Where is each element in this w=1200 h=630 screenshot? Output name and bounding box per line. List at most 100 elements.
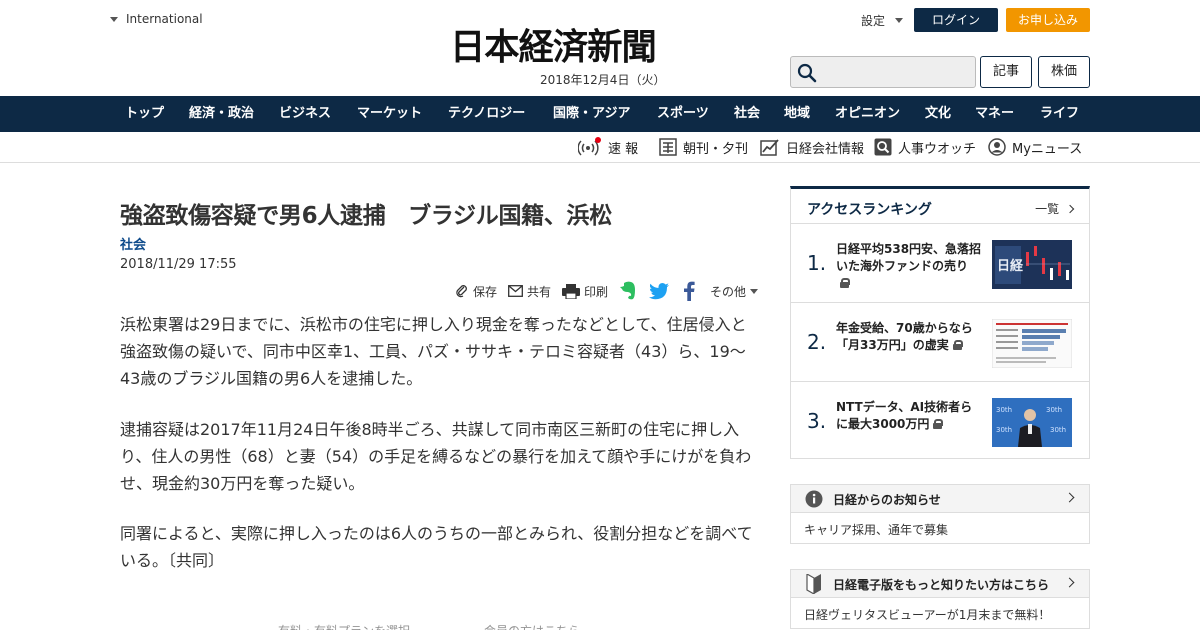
notice-header: 日経電子版をもっと知りたい方はこちら xyxy=(791,570,1089,598)
nav-item-regional[interactable]: 地域 xyxy=(784,96,810,132)
digital-edition-info-box[interactable]: 日経電子版をもっと知りたい方はこちら 日経ヴェリタスビューアーが1月末まで無料！ xyxy=(790,569,1090,629)
company-info-label: 日経会社情報 xyxy=(786,141,865,157)
lock-icon xyxy=(840,278,850,288)
nav-item-economy-politics[interactable]: 経済・政治 xyxy=(189,96,254,132)
settings-menu[interactable]: 設定 xyxy=(861,12,904,29)
notice-body[interactable]: キャリア採用、通年で募集 xyxy=(804,521,948,538)
nav-item-international-asia[interactable]: 国際・アジア xyxy=(553,96,630,132)
nav-item-sports[interactable]: スポーツ xyxy=(657,96,709,132)
paper-edition-link[interactable]: 朝刊・夕刊 xyxy=(659,136,748,158)
other-share-label: その他 xyxy=(710,284,747,299)
nav-item-society[interactable]: 社会 xyxy=(734,96,760,132)
save-label: 保存 xyxy=(473,284,498,299)
user-icon xyxy=(988,138,1006,156)
ranking-more-link[interactable]: 一覧 xyxy=(1035,200,1075,217)
article-search-button[interactable]: 記事 xyxy=(980,56,1032,88)
chevron-right-icon xyxy=(1065,204,1075,214)
lock-icon xyxy=(952,340,963,350)
nav-item-opinion[interactable]: オピニオン xyxy=(835,96,900,132)
paper-edition-label: 朝刊・夕刊 xyxy=(683,141,749,157)
print-label: 印刷 xyxy=(584,284,609,299)
personnel-watch-link[interactable]: 人事ウオッチ xyxy=(874,136,976,158)
nav-item-culture[interactable]: 文化 xyxy=(925,96,951,132)
press-conference-thumbnail: 30th 30th 30th 30th xyxy=(992,398,1072,447)
other-share-dropdown[interactable]: その他 xyxy=(710,281,759,301)
twitter-icon xyxy=(649,282,669,299)
login-button[interactable]: ログイン xyxy=(914,8,998,32)
newspaper-icon xyxy=(659,138,677,156)
lock-icon xyxy=(933,419,944,429)
nav-item-technology[interactable]: テクノロジー xyxy=(448,96,525,132)
evernote-button[interactable] xyxy=(619,281,637,301)
ranking-title: アクセスランキング xyxy=(807,202,932,218)
chart-icon xyxy=(760,139,779,156)
article-date: 2018/11/29 17:55 xyxy=(120,257,237,272)
info-icon xyxy=(805,490,823,508)
ranking-headline: NTTデータ、AI技術者らに最大3000万円 xyxy=(836,400,973,431)
breaking-news-link[interactable]: 速 報 xyxy=(578,136,638,158)
company-info-link[interactable]: 日経会社情報 xyxy=(760,136,864,158)
chevron-right-icon xyxy=(1064,492,1075,503)
facebook-button[interactable] xyxy=(683,281,695,301)
ranking-item-text: NTTデータ、AI技術者らに最大3000万円 xyxy=(836,399,984,433)
nav-item-life[interactable]: ライフ xyxy=(1040,96,1079,132)
search-input[interactable] xyxy=(790,56,976,88)
stock-board-thumbnail: 日経 xyxy=(992,240,1072,289)
site-header: International 日本経済新聞 2018年12月4日（火） 設定 ログ… xyxy=(0,0,1200,96)
ranking-item[interactable]: 3. NTTデータ、AI技術者らに最大3000万円 30th 30th 30th… xyxy=(791,383,1089,461)
evernote-icon xyxy=(620,281,635,300)
search-icon xyxy=(797,63,817,83)
caret-down-icon xyxy=(750,288,759,294)
broadcast-icon xyxy=(578,137,601,156)
svg-text:30th: 30th xyxy=(996,406,1012,414)
ranking-item[interactable]: 2. 年金受給、70歳からなら「月33万円」の虚実 xyxy=(791,304,1089,382)
magnifier-box-icon xyxy=(874,138,892,156)
site-logo[interactable]: 日本経済新聞 xyxy=(450,25,744,69)
caret-down-icon xyxy=(110,16,118,22)
paperclip-icon xyxy=(456,285,467,298)
breaking-news-label: 速 報 xyxy=(608,141,639,157)
nav-item-markets[interactable]: マーケット xyxy=(357,96,422,132)
settings-label: 設定 xyxy=(861,14,886,28)
svg-text:30th: 30th xyxy=(1050,426,1066,434)
facebook-icon xyxy=(684,281,695,301)
plan-select-link[interactable]: 有料・有料プランを選択 xyxy=(278,622,410,630)
share-label: 共有 xyxy=(527,284,552,299)
nav-item-business[interactable]: ビジネス xyxy=(279,96,331,132)
article-paragraph: 浜松東署は29日までに、浜松市の住宅に押し入り現金を奪ったなどとして、住居侵入と… xyxy=(120,315,747,388)
notice-header: 日経からのお知らせ xyxy=(791,485,1089,513)
ranking-item-text: 日経平均538円安、急落招いた海外ファンドの売り xyxy=(836,241,984,292)
article-paragraph: 逮捕容疑は2017年11月24日午後8時半ごろ、共謀して同市南区三新町の住宅に押… xyxy=(120,420,752,493)
sub-nav: 速 報 朝刊・夕刊 日経会社情報 人事ウオッチ Myニュース xyxy=(0,132,1200,163)
ranking-number: 2. xyxy=(807,330,827,354)
nav-item-top[interactable]: トップ xyxy=(125,96,164,132)
twitter-button[interactable] xyxy=(649,281,670,301)
notice-title: 日経電子版をもっと知りたい方はこちら xyxy=(833,578,1050,592)
edition-label: International xyxy=(126,12,203,26)
nav-item-money[interactable]: マネー xyxy=(975,96,1014,132)
personnel-watch-label: 人事ウオッチ xyxy=(898,141,977,157)
ranking-item-text: 年金受給、70歳からなら「月33万円」の虚実 xyxy=(836,320,984,354)
nikkei-notice-box[interactable]: 日経からのお知らせ キャリア採用、通年で募集 xyxy=(790,484,1090,544)
notice-title: 日経からのお知らせ xyxy=(833,493,941,507)
access-ranking: アクセスランキング 一覧 1. 日経平均538円安、急落招いた海外ファンドの売り… xyxy=(790,186,1090,459)
svg-text:30th: 30th xyxy=(1046,406,1062,414)
ranking-item[interactable]: 1. 日経平均538円安、急落招いた海外ファンドの売り 日経 xyxy=(791,225,1089,303)
svg-text:30th: 30th xyxy=(996,426,1012,434)
print-button[interactable]: 印刷 xyxy=(562,281,608,301)
mail-icon xyxy=(508,285,523,297)
save-button[interactable]: 保存 xyxy=(455,281,497,301)
share-button[interactable]: 共有 xyxy=(508,281,551,301)
article-category-link[interactable]: 社会 xyxy=(120,234,146,253)
printer-icon xyxy=(562,283,580,299)
article-paragraph: 同署によると、実際に押し入ったのは6人のうちの一部とみられ、役割分担などを調べて… xyxy=(120,524,753,570)
my-news-link[interactable]: Myニュース xyxy=(988,136,1082,158)
subscribe-button[interactable]: お申し込み xyxy=(1006,8,1090,32)
notice-body[interactable]: 日経ヴェリタスビューアーが1月末まで無料！ xyxy=(804,606,1050,623)
ranking-number: 3. xyxy=(807,409,827,433)
caret-down-icon xyxy=(895,18,904,23)
member-login-link[interactable]: 会員の方はこちら xyxy=(484,622,580,630)
stock-search-button[interactable]: 株価 xyxy=(1038,56,1090,88)
edition-selector[interactable]: International xyxy=(110,12,203,26)
my-news-label: Myニュース xyxy=(1012,141,1083,157)
